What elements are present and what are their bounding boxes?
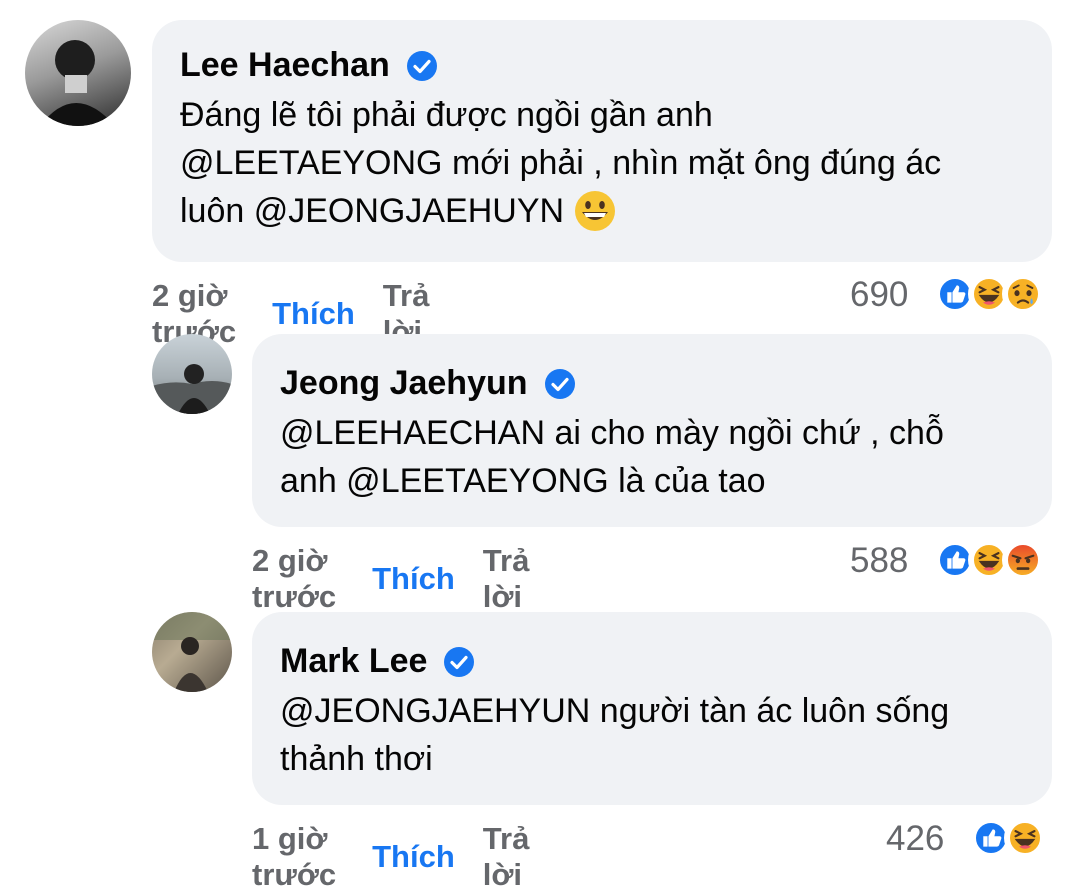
comment-text-line: thảnh thơi bbox=[280, 740, 433, 778]
haha-icon bbox=[1004, 817, 1046, 859]
verified-badge-icon bbox=[406, 50, 437, 81]
comment-text-line: Đáng lẽ tôi phải được ngồi gần anh bbox=[180, 96, 713, 134]
like-button[interactable]: Thích bbox=[372, 561, 455, 597]
verified-badge-icon bbox=[444, 646, 475, 677]
author-name[interactable]: Jeong Jaehyun bbox=[280, 364, 528, 403]
comment-bubble: Lee Haechan Đáng lẽ tôi phải được ngồi g… bbox=[152, 20, 1052, 262]
reaction-icons[interactable] bbox=[934, 273, 1044, 315]
reply-button[interactable]: Trả lời bbox=[483, 821, 530, 893]
verified-badge-icon bbox=[544, 368, 575, 399]
comment-bubble: Jeong Jaehyun @LEEHAECHAN ai cho mày ngồ… bbox=[252, 334, 1052, 527]
sad-icon bbox=[1002, 273, 1044, 315]
author-name[interactable]: Mark Lee bbox=[280, 642, 427, 681]
author-name[interactable]: Lee Haechan bbox=[180, 46, 390, 85]
comment-actions: 2 giờ trước Thích Trả lời bbox=[252, 543, 529, 615]
angry-icon bbox=[1002, 539, 1044, 581]
comment-text: @JEONGJAEHYUN người tàn ác luôn sống thả… bbox=[280, 687, 1052, 783]
like-button[interactable]: Thích bbox=[372, 839, 455, 875]
comment-text-line: luôn @JEONGJAEHUYN bbox=[180, 192, 565, 230]
avatar[interactable] bbox=[152, 612, 232, 692]
reaction-count[interactable]: 690 bbox=[850, 275, 908, 315]
comment-text: Đáng lẽ tôi phải được ngồi gần anh @LEET… bbox=[180, 91, 1052, 235]
comment-text-line: @LEETAEYONG mới phải , nhìn mặt ông đúng… bbox=[180, 144, 942, 182]
timestamp[interactable]: 2 giờ trước bbox=[252, 543, 336, 615]
grinning-emoji-icon bbox=[575, 191, 616, 231]
reply-button[interactable]: Trả lời bbox=[483, 543, 530, 615]
timestamp[interactable]: 1 giờ trước bbox=[252, 821, 336, 893]
reaction-count[interactable]: 588 bbox=[850, 541, 908, 581]
avatar[interactable] bbox=[25, 20, 131, 126]
reaction-count[interactable]: 426 bbox=[886, 819, 944, 859]
reaction-icons[interactable] bbox=[970, 817, 1046, 859]
reaction-icons[interactable] bbox=[934, 539, 1044, 581]
comment-text-line: anh @LEETAEYONG là của tao bbox=[280, 462, 766, 500]
like-button[interactable]: Thích bbox=[272, 296, 355, 332]
comment-actions: 1 giờ trước Thích Trả lời bbox=[252, 821, 529, 893]
avatar[interactable] bbox=[152, 334, 232, 414]
comment-text-line: @JEONGJAEHYUN người tàn ác luôn sống bbox=[280, 692, 950, 730]
comment-bubble: Mark Lee @JEONGJAEHYUN người tàn ác luôn… bbox=[252, 612, 1052, 805]
comment-text: @LEEHAECHAN ai cho mày ngồi chứ , chỗ an… bbox=[280, 409, 1052, 505]
comment-text-line: @LEEHAECHAN ai cho mày ngồi chứ , chỗ bbox=[280, 414, 944, 452]
